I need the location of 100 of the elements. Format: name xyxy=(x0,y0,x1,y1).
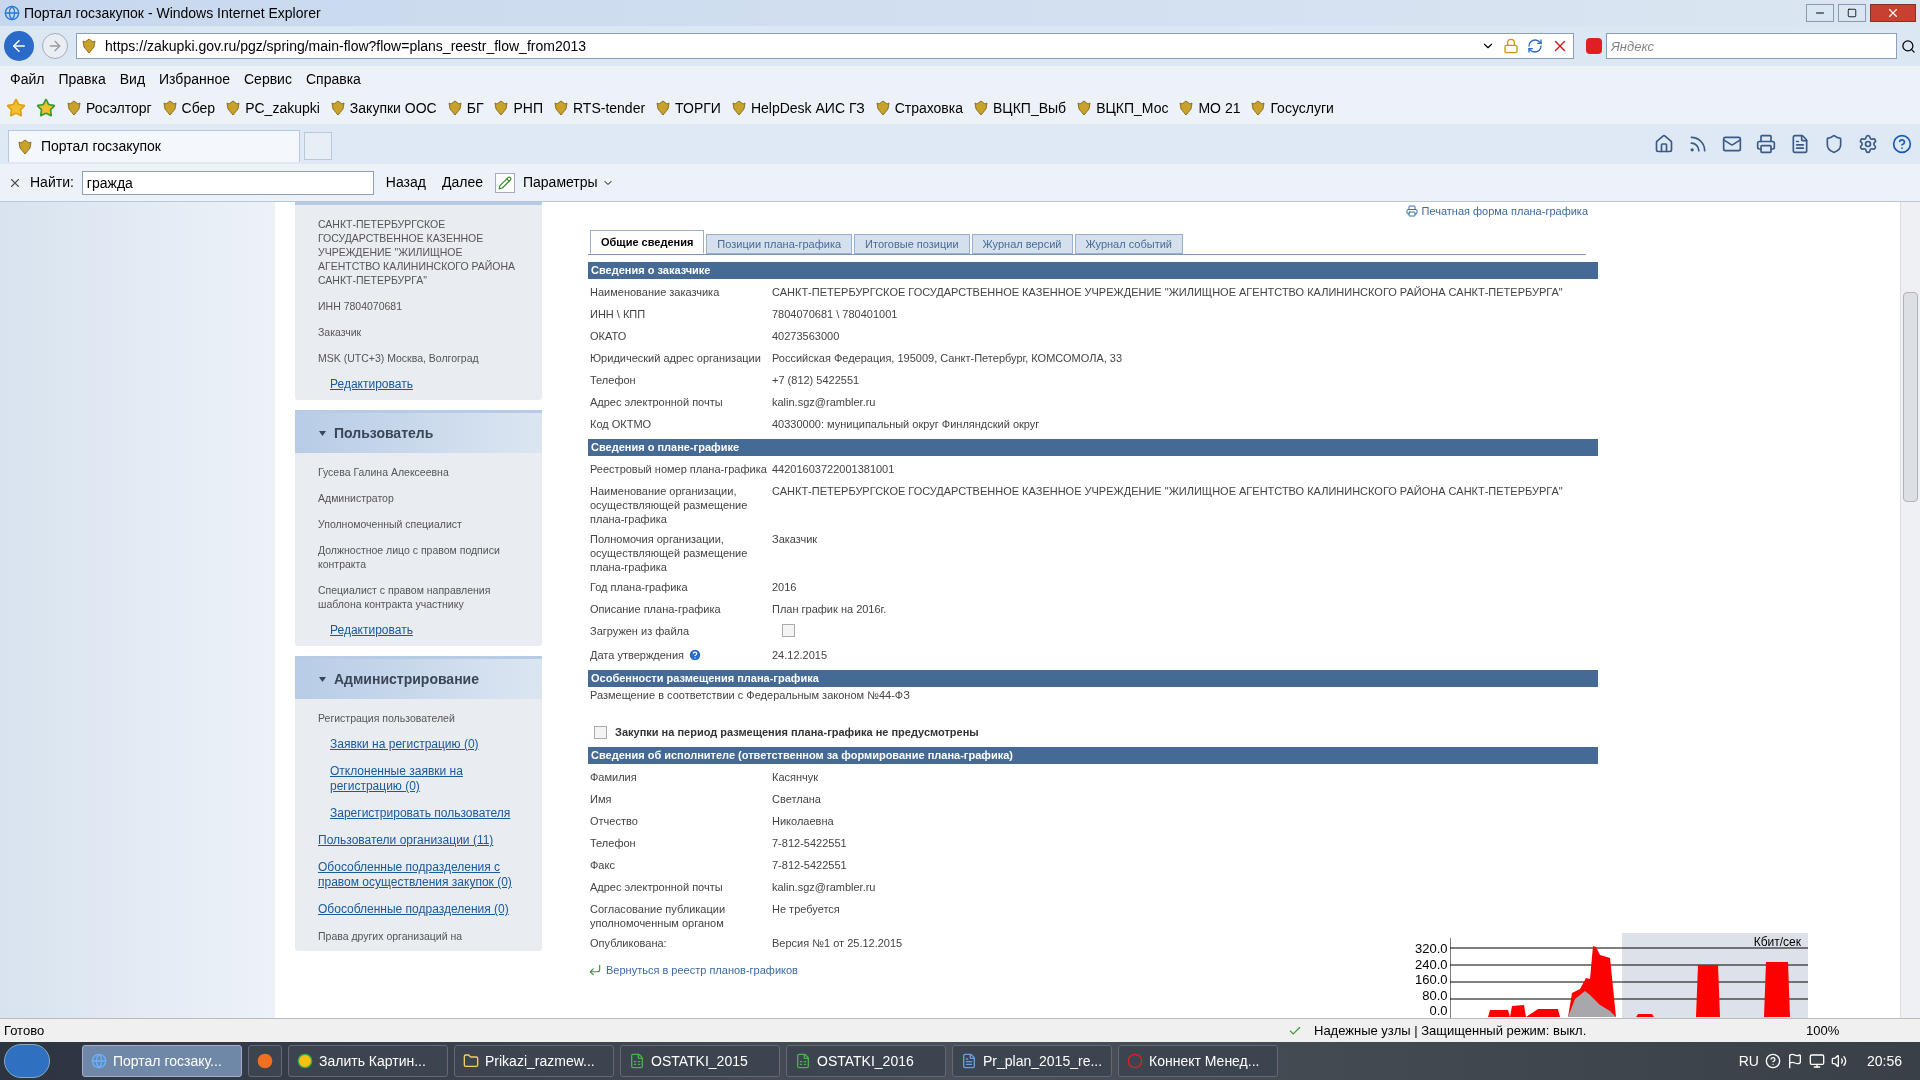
checkbox[interactable] xyxy=(782,624,795,637)
home-icon[interactable] xyxy=(1654,134,1674,154)
tab[interactable]: Общие сведения xyxy=(590,230,705,254)
panel-link[interactable]: Зарегистрировать пользователя xyxy=(330,806,519,821)
shield-icon[interactable] xyxy=(1824,134,1844,154)
volume-icon[interactable] xyxy=(1830,1053,1847,1069)
panel-text: Права других организаций на xyxy=(318,929,464,943)
taskbar-button[interactable]: Залить Картин... xyxy=(288,1045,448,1077)
menu-item[interactable]: Справка xyxy=(305,68,361,90)
find-nav-button[interactable]: Назад xyxy=(381,172,430,193)
favorite-link[interactable]: ВЦКП_Мос xyxy=(1076,97,1169,119)
find-nav-button[interactable]: Далее xyxy=(437,172,487,193)
taskbar-button[interactable]: OSTATKI_2016 xyxy=(786,1045,946,1077)
favorite-link[interactable]: RTS-tender xyxy=(553,97,646,119)
minimize-button[interactable] xyxy=(1806,4,1834,22)
folder-icon xyxy=(463,1053,479,1069)
refresh-icon[interactable] xyxy=(1527,38,1543,54)
maximize-button[interactable] xyxy=(1838,4,1866,22)
favorite-link[interactable]: ТОРГИ xyxy=(655,97,721,119)
favorite-link[interactable]: PC_zakupki xyxy=(225,97,320,119)
menu-item[interactable]: Сервис xyxy=(244,68,292,90)
settings-icon[interactable] xyxy=(1858,134,1878,154)
favorite-link[interactable]: РНП xyxy=(493,97,543,119)
favorite-link[interactable]: Росэлторг xyxy=(66,97,152,119)
help-icon[interactable] xyxy=(1892,134,1912,154)
field-label: Адрес электронной почты xyxy=(589,880,724,894)
panel-text: ИНН 7804070681 xyxy=(318,299,404,313)
taskbar-button[interactable]: Pr_plan_2015_re... xyxy=(952,1045,1112,1077)
menu-item[interactable]: Избранное xyxy=(159,68,230,90)
address-field[interactable]: https://zakupki.gov.ru/pgz/spring/main-flow?flow=plans_reestr_flow_from2013 xyxy=(76,33,1574,59)
field-label: Наименование заказчика xyxy=(589,285,721,299)
note-text: Размещение в соответствии с Федеральным законом №44-ФЗ xyxy=(589,687,911,703)
panel-link[interactable]: Обособленные подразделения с правом осуществления закупок (0) xyxy=(318,860,519,890)
crest-icon xyxy=(17,138,33,155)
back-link[interactable]: Вернуться в реестр планов-графиков xyxy=(588,962,798,979)
close-button[interactable] xyxy=(1870,4,1916,22)
search-icon[interactable] xyxy=(1901,38,1916,54)
print-icon[interactable] xyxy=(1756,134,1776,154)
tab[interactable]: Позиции плана-графика xyxy=(706,234,853,254)
panel-text: Регистрация пользователей xyxy=(318,711,456,725)
taskbar-button[interactable]: OSTATKI_2015 xyxy=(620,1045,780,1077)
window-title: Портал госзакупок - Windows Internet Explorer xyxy=(24,3,322,23)
panel-text: САНКТ-ПЕТЕРБУРГСКОЕ ГОСУДАРСТВЕННОЕ КАЗЕННОЕ УЧРЕЖДЕНИЕ "ЖИЛИЩНОЕ АГЕНТСТВО КАЛИНИНСКОГО РАЙОНА САНКТ-ПЕТЕРБУРГА" xyxy=(318,217,517,287)
browser-tab[interactable]: Портал госзакупок xyxy=(8,130,300,162)
field-label: Имя xyxy=(589,792,613,806)
taskbar-button[interactable]: Prikazi_razmew... xyxy=(454,1045,614,1077)
panel-header[interactable]: Администрирование xyxy=(295,659,542,699)
back-button[interactable] xyxy=(4,31,34,61)
crest-icon xyxy=(493,100,510,116)
favorite-link[interactable]: Сбер xyxy=(161,97,216,119)
crest-icon xyxy=(1250,100,1267,116)
panel-link[interactable]: Редактировать xyxy=(330,377,519,392)
panel-link[interactable]: Редактировать xyxy=(330,623,519,638)
tab[interactable]: Журнал версий xyxy=(971,234,1073,254)
menu-item[interactable]: Правка xyxy=(58,68,106,90)
field-value: 2016 xyxy=(772,580,797,594)
panel-link[interactable]: Обособленные подразделения (0) xyxy=(318,902,519,917)
tab[interactable]: Журнал событий xyxy=(1074,234,1183,254)
checkbox[interactable] xyxy=(594,725,607,739)
panel-text: Заказчик xyxy=(318,325,363,339)
favorite-link[interactable]: Страховка xyxy=(874,97,963,119)
rss-icon[interactable] xyxy=(1688,134,1708,154)
favorite-link[interactable]: HelpDesk АИС ГЗ xyxy=(730,97,865,119)
mail-icon[interactable] xyxy=(1722,134,1742,154)
pencil-icon[interactable] xyxy=(495,172,515,193)
panel-header[interactable]: Пользователь xyxy=(295,413,542,453)
field-value: Касянчук xyxy=(772,770,819,784)
network-icon[interactable] xyxy=(1808,1053,1825,1069)
field-label: Полномочия организации, осуществляющей размещение плана-графика xyxy=(589,532,749,574)
globe-icon xyxy=(91,1053,107,1069)
panel-link[interactable]: Пользователи организации (11) xyxy=(318,833,519,848)
options-button[interactable]: Параметры xyxy=(523,172,614,193)
favorite-link[interactable]: ВЦКП_Выб xyxy=(973,97,1067,119)
crest-icon xyxy=(874,100,891,116)
taskbar-button[interactable]: Портал госзаку... xyxy=(82,1045,242,1077)
taskbar-button[interactable]: Коннект Менед... xyxy=(1118,1045,1278,1077)
tab[interactable]: Итоговые позиции xyxy=(854,234,970,254)
star-icon[interactable] xyxy=(36,98,56,118)
menu-item[interactable]: Файл xyxy=(10,68,45,90)
panel-link[interactable]: Заявки на регистрацию (0) xyxy=(330,737,519,752)
start-button[interactable] xyxy=(4,1044,50,1078)
flag-icon[interactable] xyxy=(1786,1053,1803,1069)
panel-link[interactable]: Отклоненные заявки на регистрацию (0) xyxy=(330,764,519,794)
print-form-link[interactable]: Печатная форма плана-графика xyxy=(1405,204,1588,218)
url-text: https://zakupki.gov.ru/pgz/spring/main-flow?flow=plans_reestr_flow_from2013 xyxy=(105,36,588,56)
favorite-link[interactable]: Госуслуги xyxy=(1250,97,1334,119)
favorite-link[interactable]: МО 21 xyxy=(1178,97,1241,119)
star-icon[interactable] xyxy=(6,98,26,118)
search-field[interactable]: Яндекс xyxy=(1606,33,1897,59)
field-label: Описание плана-графика xyxy=(589,602,722,616)
taskbar-button[interactable] xyxy=(248,1045,282,1077)
page-icon[interactable] xyxy=(1790,134,1810,154)
menu-item[interactable]: Вид xyxy=(119,68,146,90)
favorite-link[interactable]: Закупки ООС xyxy=(329,97,437,119)
language-indicator[interactable]: RU xyxy=(1738,1050,1759,1072)
zoom-level[interactable]: 100% xyxy=(1806,1020,1916,1041)
favorite-link[interactable]: БГ xyxy=(446,97,484,119)
clock[interactable]: 20:56 xyxy=(1852,1050,1916,1072)
find-field[interactable]: гражда xyxy=(81,170,374,195)
scrollbar-thumb[interactable] xyxy=(1903,292,1918,502)
